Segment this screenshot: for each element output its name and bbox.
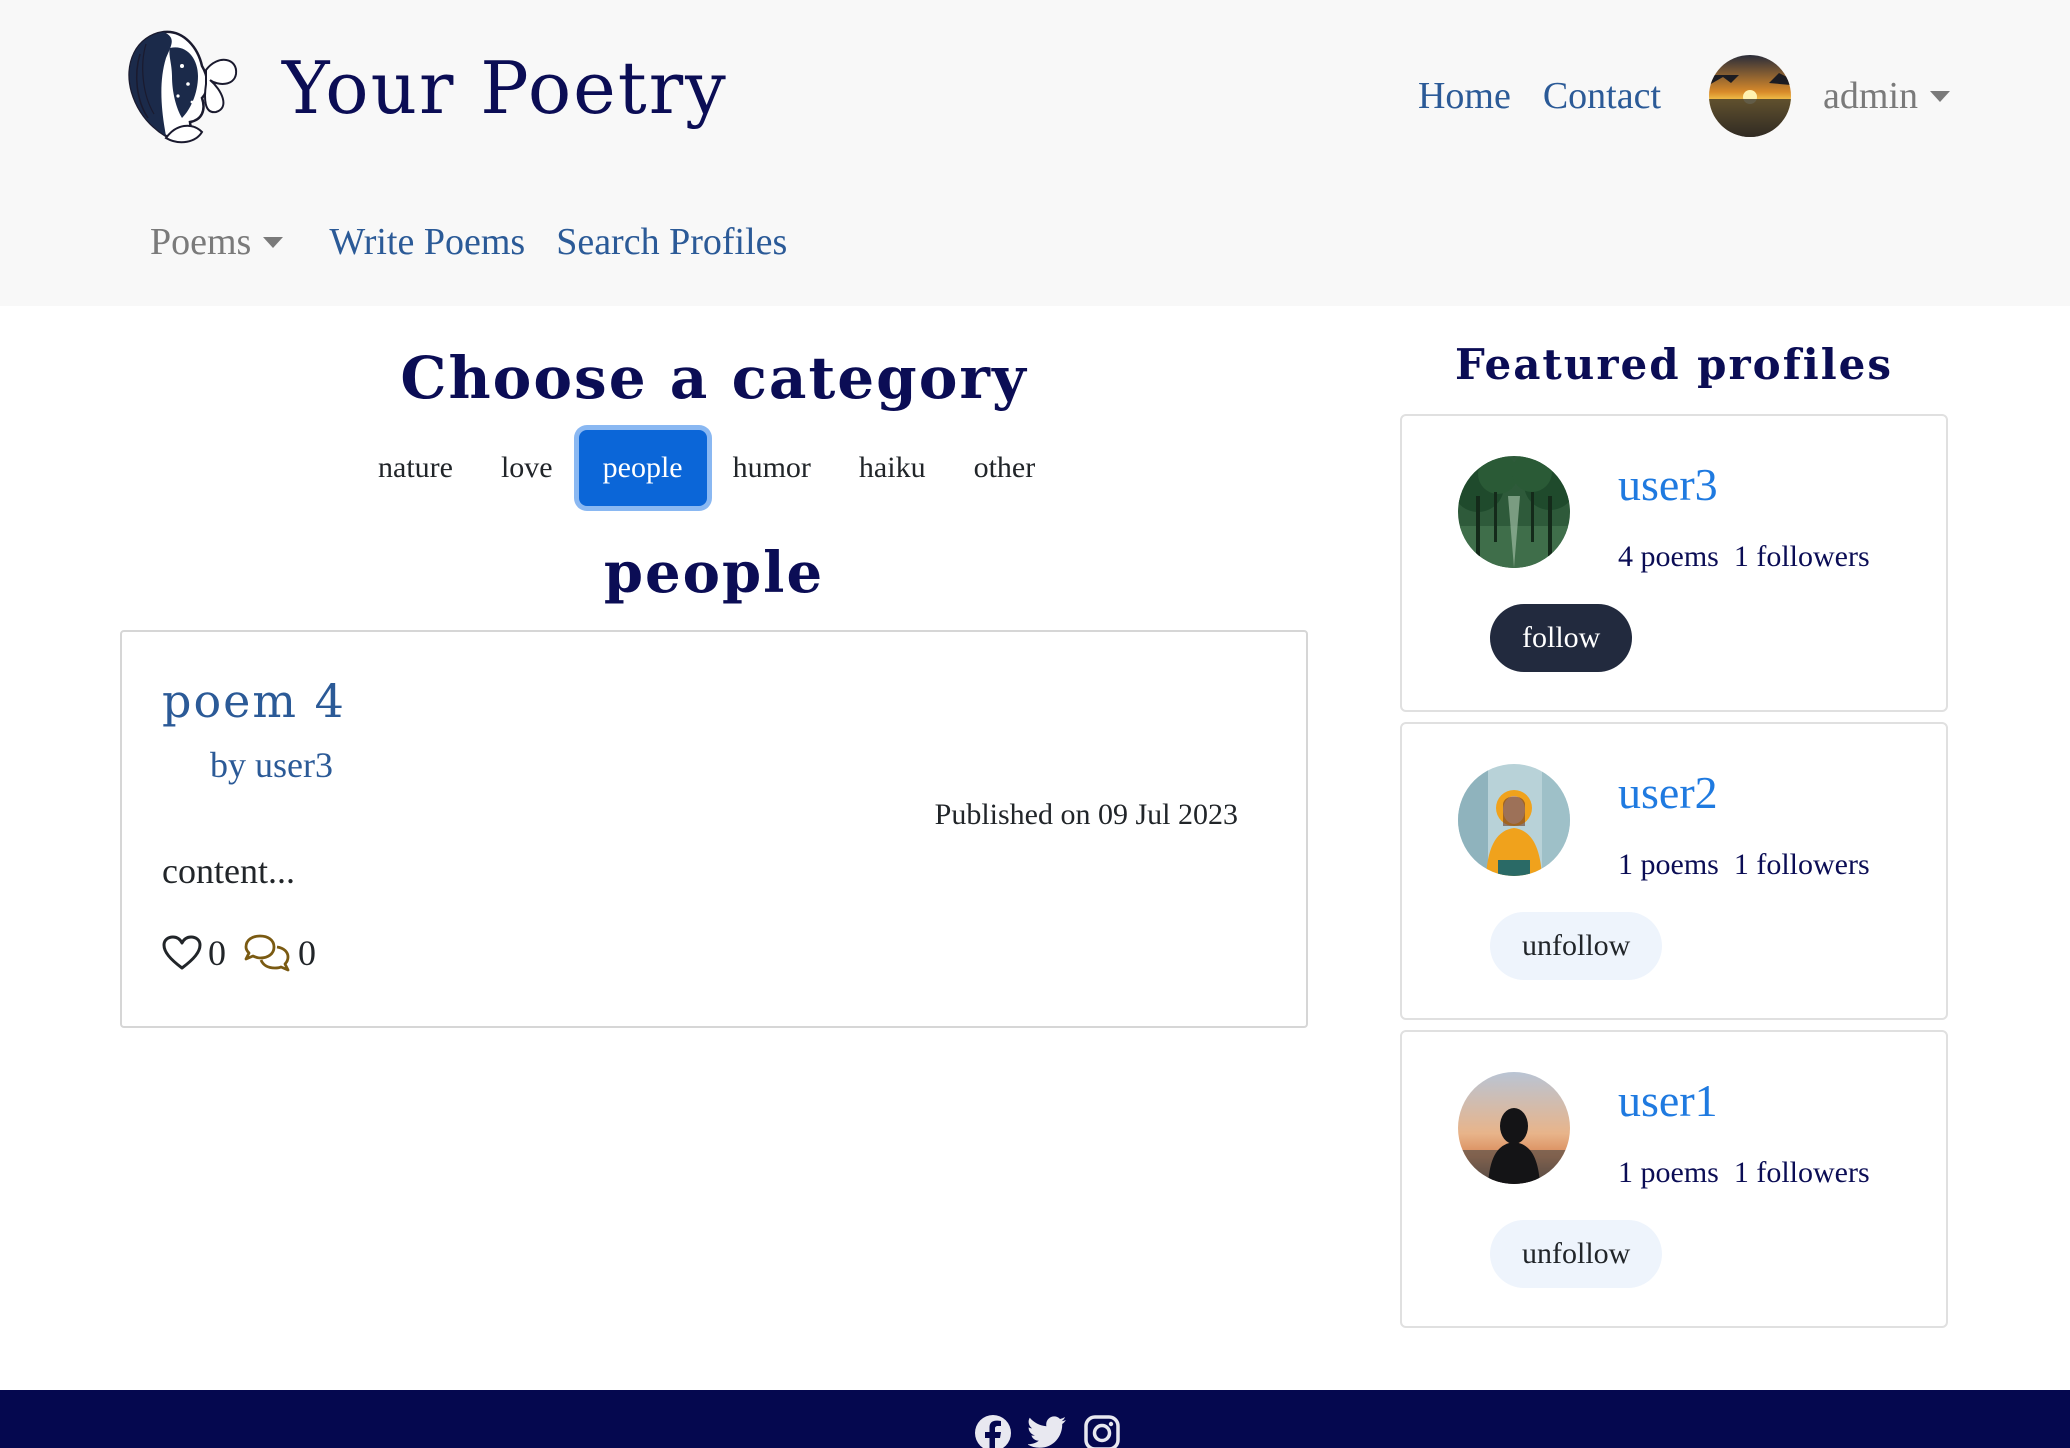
- follow-button[interactable]: follow: [1490, 604, 1633, 672]
- profile-name-link[interactable]: user2: [1618, 766, 1718, 819]
- poems-dropdown-toggle[interactable]: Poems: [150, 220, 284, 264]
- profile-stats: 1 poems 1 followers: [1618, 1156, 1870, 1189]
- user-avatar[interactable]: [1709, 55, 1792, 137]
- category-love-button[interactable]: love: [477, 428, 577, 508]
- category-haiku-button[interactable]: haiku: [835, 428, 950, 508]
- nav-contact-link[interactable]: Contact: [1543, 74, 1661, 118]
- profile-name-link[interactable]: user1: [1618, 1074, 1718, 1127]
- profile-avatar[interactable]: [1458, 1072, 1570, 1184]
- instagram-icon[interactable]: [1084, 1415, 1120, 1448]
- user-menu-toggle[interactable]: admin: [1823, 74, 1950, 118]
- profile-avatar[interactable]: [1458, 764, 1570, 876]
- profile-avatar[interactable]: [1458, 456, 1570, 568]
- poems-dropdown-label: Poems: [150, 221, 252, 263]
- profile-name-link[interactable]: user3: [1618, 458, 1718, 511]
- social-links: [974, 1414, 1136, 1448]
- category-humor-button[interactable]: humor: [709, 428, 835, 508]
- category-other-button[interactable]: other: [950, 428, 1060, 508]
- category-heading: Choose a category: [400, 344, 1028, 412]
- user-menu-label: admin: [1823, 75, 1918, 117]
- nav-write-poems-link[interactable]: Write Poems: [329, 220, 525, 264]
- poem-author-link[interactable]: by user3: [210, 744, 333, 786]
- poem-published-date: Published on 09 Jul 2023: [934, 798, 1238, 831]
- selected-category-heading: people: [603, 540, 825, 606]
- chevron-down-icon: [1930, 90, 1950, 102]
- facebook-icon[interactable]: [974, 1414, 1012, 1448]
- profile-card: user1 1 poems 1 followers unfollow: [1400, 1030, 1948, 1328]
- unfollow-button[interactable]: unfollow: [1490, 1220, 1663, 1288]
- poem-excerpt: content...: [162, 851, 295, 891]
- profile-stats: 4 poems 1 followers: [1618, 540, 1870, 573]
- comments-icon[interactable]: [242, 933, 292, 973]
- poem-card: poem 4 by user3 Published on 09 Jul 2023…: [120, 630, 1308, 1028]
- poem-title-link[interactable]: poem 4: [162, 674, 346, 728]
- poem-stats: 0 0: [162, 932, 332, 974]
- unfollow-button[interactable]: unfollow: [1490, 912, 1663, 980]
- footer: [0, 1390, 2070, 1448]
- brand-title[interactable]: Your Poetry: [282, 52, 728, 124]
- like-count: 0: [208, 933, 226, 973]
- nav-search-profiles-link[interactable]: Search Profiles: [556, 220, 787, 264]
- nav-home-link[interactable]: Home: [1418, 74, 1511, 118]
- secondary-nav: Poems Write Poems Search Profiles: [150, 220, 818, 264]
- chevron-down-icon: [263, 236, 284, 248]
- comment-count: 0: [298, 933, 316, 973]
- twitter-icon[interactable]: [1027, 1416, 1068, 1448]
- brand-logo-icon[interactable]: [106, 14, 248, 150]
- featured-profiles-heading: Featured profiles: [1454, 340, 1894, 389]
- category-people-button[interactable]: people: [578, 430, 707, 506]
- profile-stats: 1 poems 1 followers: [1618, 848, 1870, 881]
- top-nav: Home Contact admin: [1418, 55, 1950, 137]
- profile-card: user2 1 poems 1 followers unfollow: [1400, 722, 1948, 1020]
- category-nature-button[interactable]: nature: [354, 428, 477, 508]
- navbar: Your Poetry Home Contact admin Poems Wri…: [0, 0, 2070, 306]
- category-selector: nature love people humor haiku other: [354, 428, 1059, 508]
- heart-icon[interactable]: [162, 935, 202, 971]
- profile-card: user3 4 poems 1 followers follow: [1400, 414, 1948, 712]
